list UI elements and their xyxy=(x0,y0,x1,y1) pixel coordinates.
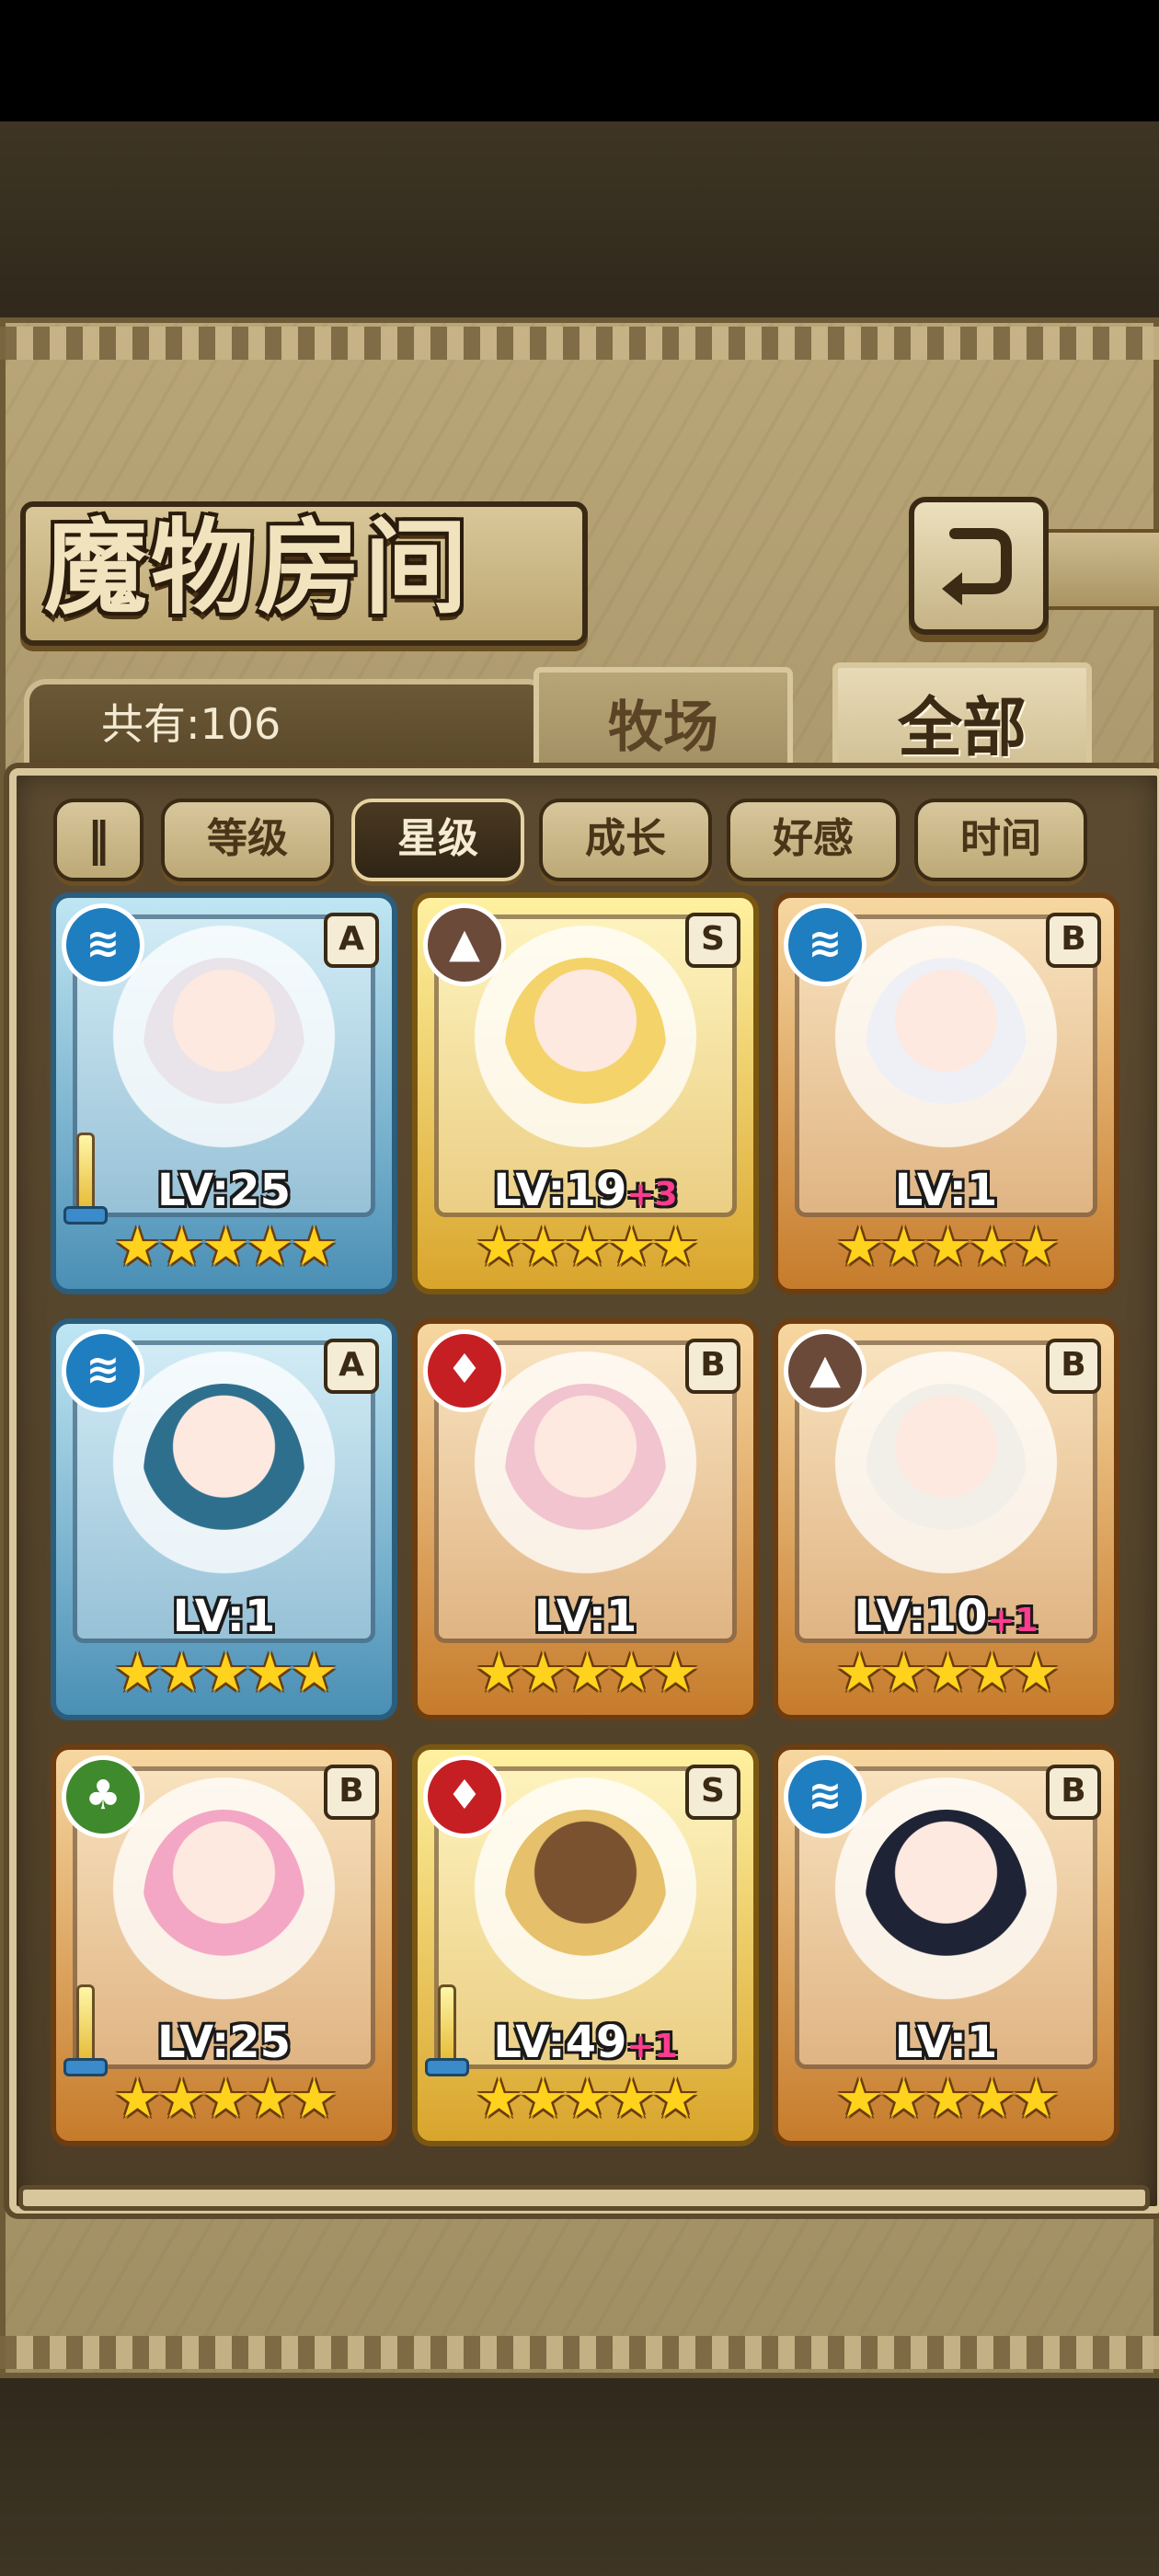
star-rating: ★★★★★ xyxy=(113,1215,339,1278)
rank-badge: B xyxy=(1046,913,1101,968)
star-rating: ★★★★★ xyxy=(475,1641,700,1704)
monster-card[interactable]: ▲ B LV:10+1 ★★★★★ xyxy=(773,1318,1119,1720)
return-arrow-icon xyxy=(942,528,1012,605)
water-element-icon: ≋ xyxy=(62,903,144,986)
monster-count: 共有:106 xyxy=(101,699,281,749)
star-rating: ★★★★★ xyxy=(113,1641,339,1704)
star-rating: ★★★★★ xyxy=(475,1215,700,1278)
monster-card[interactable]: ♣ B LV:25 ★★★★★ xyxy=(51,1744,397,2146)
monster-card[interactable]: ≋ B LV:1 ★★★★★ xyxy=(773,1744,1119,2146)
level-label: LV:49+1 xyxy=(493,2017,678,2068)
monster-portrait xyxy=(505,1810,666,1989)
monster-portrait xyxy=(505,958,666,1137)
earth-element-icon: ▲ xyxy=(423,903,506,986)
sort-growth-button[interactable]: 成长 xyxy=(539,799,712,881)
rank-badge: B xyxy=(324,1765,379,1820)
wood-element-icon: ♣ xyxy=(62,1755,144,1838)
sort-affection-button[interactable]: 好感 xyxy=(727,799,900,881)
monster-portrait xyxy=(143,1384,304,1563)
star-rating: ★★★★★ xyxy=(835,1215,1061,1278)
level-label: LV:1 xyxy=(534,1591,637,1642)
top-band xyxy=(0,121,1159,324)
monster-card[interactable]: ♦ B LV:1 ★★★★★ xyxy=(412,1318,759,1720)
bottom-band xyxy=(0,2355,1159,2576)
rank-badge: A xyxy=(324,1339,379,1394)
water-element-icon: ≋ xyxy=(784,903,866,986)
zigzag-border-bottom xyxy=(0,2336,1159,2369)
star-rating: ★★★★★ xyxy=(835,1641,1061,1704)
monster-card[interactable]: ▲ S LV:19+3 ★★★★★ xyxy=(412,892,759,1294)
water-element-icon: ≋ xyxy=(784,1755,866,1838)
rank-badge: B xyxy=(1046,1339,1101,1394)
level-label: LV:19+3 xyxy=(493,1165,678,1216)
monster-card[interactable]: ≋ B LV:1 ★★★★★ xyxy=(773,892,1119,1294)
star-rating: ★★★★★ xyxy=(475,2067,700,2130)
water-element-icon: ≋ xyxy=(62,1329,144,1412)
monster-portrait xyxy=(143,958,304,1137)
rank-badge: S xyxy=(685,1765,740,1820)
tab-ranch[interactable]: 牧场 xyxy=(534,667,793,783)
earth-element-icon: ▲ xyxy=(784,1329,866,1412)
star-rating: ★★★★★ xyxy=(835,2067,1061,2130)
monster-portrait xyxy=(866,1810,1027,1989)
star-rating: ★★★★★ xyxy=(113,2067,339,2130)
panel-bottom-rail xyxy=(18,2185,1150,2211)
level-label: LV:1 xyxy=(172,1591,276,1642)
page-title: 魔物房间 xyxy=(44,508,471,628)
level-label: LV:25 xyxy=(157,1165,291,1216)
rank-badge: B xyxy=(685,1339,740,1394)
back-rail xyxy=(1030,529,1159,610)
level-label: LV:10+1 xyxy=(854,1591,1039,1642)
monster-card[interactable]: ≋ A LV:25 ★★★★★ xyxy=(51,892,397,1294)
rank-badge: B xyxy=(1046,1765,1101,1820)
monster-portrait xyxy=(866,958,1027,1137)
rank-badge: S xyxy=(685,913,740,968)
monster-portrait xyxy=(866,1384,1027,1563)
level-label: LV:1 xyxy=(894,1165,998,1216)
zigzag-border-top xyxy=(0,327,1159,360)
monster-portrait xyxy=(143,1810,304,1989)
status-bar xyxy=(0,0,1159,121)
fire-element-icon: ♦ xyxy=(423,1329,506,1412)
level-label: LV:1 xyxy=(894,2017,998,2068)
monster-portrait xyxy=(505,1384,666,1563)
sort-order-toggle[interactable]: ‖ xyxy=(53,799,143,881)
monster-card[interactable]: ≋ A LV:1 ★★★★★ xyxy=(51,1318,397,1720)
sort-level-button[interactable]: 等级 xyxy=(161,799,334,881)
rank-badge: A xyxy=(324,913,379,968)
level-label: LV:25 xyxy=(157,2017,291,2068)
sort-time-button[interactable]: 时间 xyxy=(914,799,1087,881)
fire-element-icon: ♦ xyxy=(423,1755,506,1838)
sort-star-button[interactable]: 星级 xyxy=(351,799,524,881)
monster-card[interactable]: ♦ S LV:49+1 ★★★★★ xyxy=(412,1744,759,2146)
back-button[interactable] xyxy=(909,497,1049,635)
